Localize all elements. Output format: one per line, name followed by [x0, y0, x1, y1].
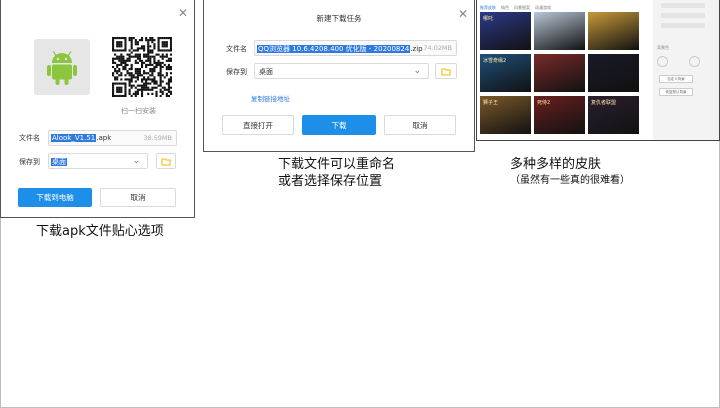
qr-code — [112, 37, 173, 98]
open-directly-button[interactable]: 直接打开 — [222, 115, 294, 135]
skin-thumbnail-title: 哪吒 — [483, 16, 494, 22]
qr-caption: 扫一扫安装 — [121, 107, 156, 115]
caption-skins: 多种多样的皮肤 — [510, 157, 602, 172]
custom-background-button[interactable]: 自定义背景 — [659, 75, 693, 83]
skin-thumbnail[interactable] — [534, 12, 585, 50]
browse-folder-button[interactable] — [156, 153, 176, 169]
filename-selected: QQ浏览器 10.6.4208.400 优化版 - 20200824 — [257, 45, 411, 53]
filename-label: 文件名 — [19, 134, 40, 142]
skin-thumbnail[interactable] — [534, 54, 585, 92]
skin-thumbnail[interactable]: 死侍2 — [534, 96, 585, 134]
saveto-label: 保存到 — [19, 158, 40, 166]
filename-extension: .apk — [96, 134, 112, 142]
swatch-white[interactable] — [657, 56, 668, 67]
chevron-down-icon: ⌄ — [413, 66, 421, 76]
cancel-button[interactable]: 取消 — [100, 188, 176, 207]
file-size: 38.59MB — [143, 134, 172, 142]
cancel-button[interactable]: 取消 — [384, 115, 456, 135]
swatch-white-alt[interactable] — [689, 56, 700, 67]
app-icon — [34, 39, 90, 95]
tab-scenery[interactable]: 风景图案 — [514, 5, 530, 11]
folder-icon — [161, 158, 171, 166]
saveto-select[interactable]: 桌面 ⌄ — [254, 63, 429, 79]
filename-selected: Alook_V1.51 — [51, 134, 97, 142]
caption-skins-note: （虽然有一些真的很难看） — [510, 175, 630, 186]
skin-tabs: 推荐皮肤 纯色 风景图案 动漫游戏 — [480, 5, 551, 11]
skin-settings-screenshot: 推荐皮肤 纯色 风景图案 动漫游戏 哪吒冰雪奇缘2 狮子王 死侍2 复仇者联盟 背景色… — [476, 0, 720, 141]
skin-thumbnail[interactable]: 冰雪奇缘2 — [480, 54, 531, 92]
skin-thumbnail-title: 狮子王 — [483, 100, 499, 106]
caption-rename-line2: 或者选择保存位置 — [278, 174, 383, 189]
android-robot-icon — [47, 51, 77, 85]
side-setting-row — [661, 13, 705, 18]
download-button[interactable]: 下载 — [302, 115, 376, 135]
saveto-label: 保存到 — [226, 68, 247, 76]
skin-thumbnail[interactable] — [588, 12, 639, 50]
file-size: 74.02MB — [423, 44, 452, 52]
restore-default-button[interactable]: 恢复默认背景 — [659, 88, 693, 96]
saveto-value: 桌面 — [259, 68, 273, 76]
tab-recommended[interactable]: 推荐皮肤 — [480, 5, 496, 11]
swatch-black[interactable] — [673, 56, 684, 67]
skin-thumbnail-title: 冰雪奇缘2 — [483, 58, 507, 64]
download-to-pc-button[interactable]: 下载到电脑 — [18, 188, 92, 207]
apk-download-dialog: ✕ 扫一扫安装 文件名 Alook_V1.51.apk 38.59MB 保存到 … — [0, 0, 195, 218]
skin-thumbnail[interactable]: 哪吒 — [480, 12, 531, 50]
skin-thumbnail[interactable]: 狮子王 — [480, 96, 531, 134]
side-setting-row — [661, 23, 705, 28]
skin-thumbnail-title: 复仇者联盟 — [591, 100, 617, 106]
chevron-down-icon: ⌄ — [132, 156, 140, 166]
tab-solid-color[interactable]: 纯色 — [501, 5, 509, 11]
filename-extension: .zip — [410, 45, 423, 53]
background-color-label: 背景色 — [657, 45, 669, 50]
caption-apk-options: 下载apk文件贴心选项 — [36, 224, 164, 239]
close-icon[interactable]: ✕ — [178, 7, 188, 19]
browse-folder-button[interactable] — [435, 63, 457, 79]
saveto-select[interactable]: 桌面 ⌄ — [48, 153, 148, 169]
copy-link-address[interactable]: 复制链接地址 — [251, 93, 290, 103]
filename-label: 文件名 — [226, 45, 247, 53]
skin-side-panel: 背景色 自定义背景 恢复默认背景 — [653, 0, 719, 140]
tab-anime-games[interactable]: 动漫游戏 — [535, 5, 551, 11]
skin-thumbnail[interactable] — [588, 54, 639, 92]
filename-field[interactable]: QQ浏览器 10.6.4208.400 优化版 - 20200824.zip 7… — [254, 40, 457, 56]
side-setting-row — [661, 3, 705, 8]
skin-thumbnail[interactable]: 复仇者联盟 — [588, 96, 639, 134]
dialog-title: 新建下载任务 — [316, 14, 362, 23]
folder-icon — [441, 68, 451, 76]
saveto-value: 桌面 — [51, 158, 67, 166]
filename-field[interactable]: Alook_V1.51.apk 38.59MB — [48, 130, 177, 146]
qr-code-graphic — [112, 37, 173, 98]
new-download-dialog: ✕ 新建下载任务 文件名 QQ浏览器 10.6.4208.400 优化版 - 2… — [203, 0, 475, 152]
skin-thumbnail-title: 死侍2 — [537, 100, 551, 106]
